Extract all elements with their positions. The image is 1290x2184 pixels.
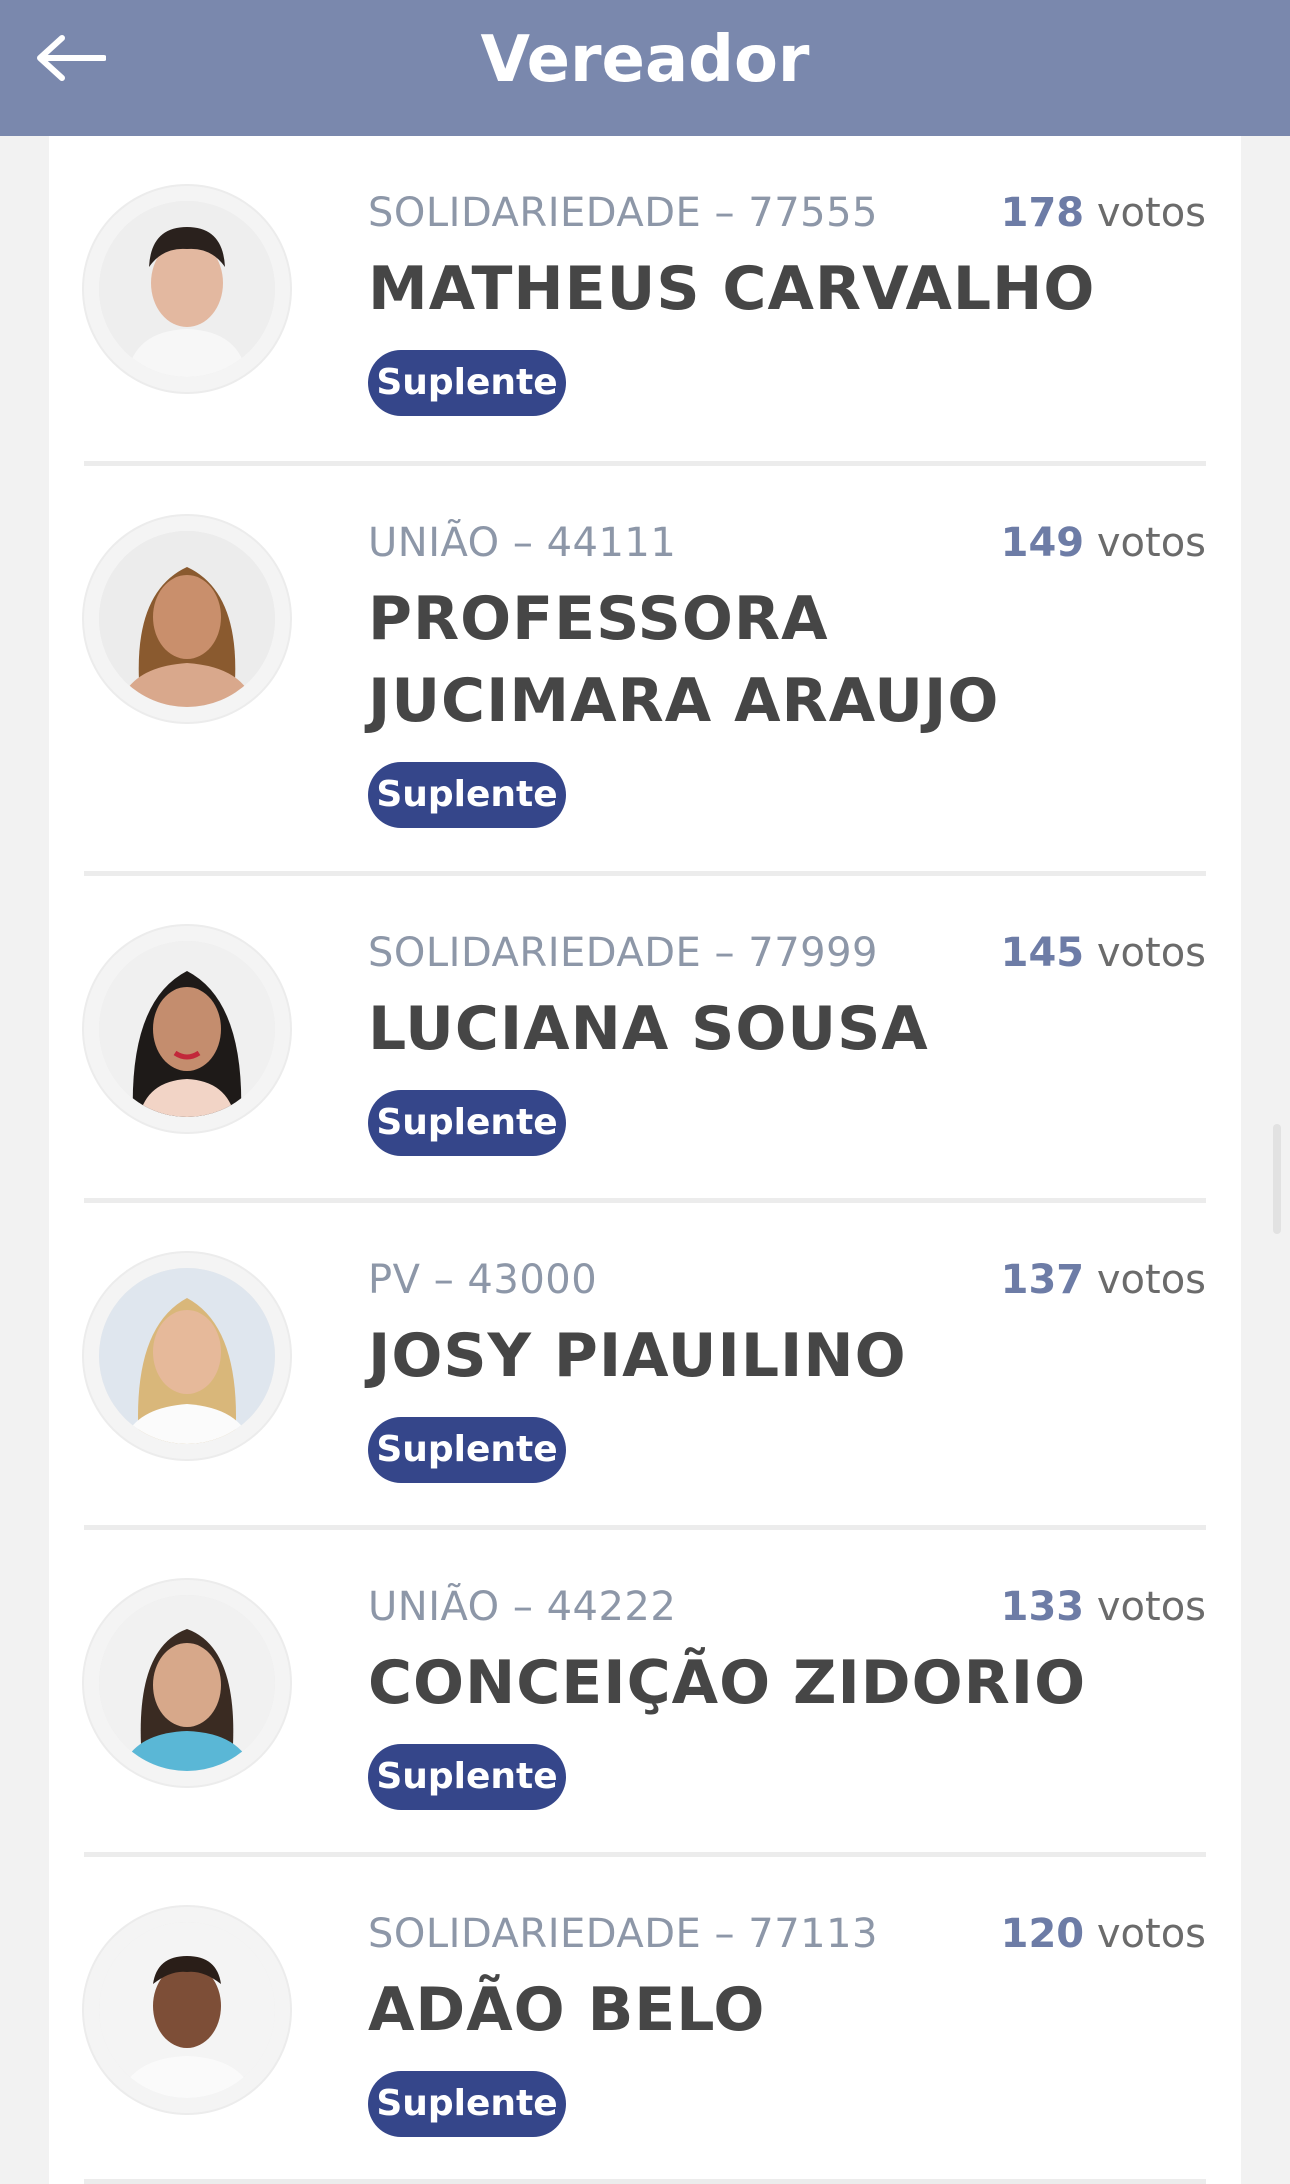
divider (84, 2179, 1206, 2184)
avatar (84, 186, 290, 392)
party-number: SOLIDARIEDADE – 77999 (368, 930, 878, 976)
party-number: SOLIDARIEDADE – 77113 (368, 1911, 878, 1957)
avatar (84, 1907, 290, 2113)
status-badge: Suplente (368, 1417, 566, 1483)
vote-count: 137 votos (1000, 1257, 1206, 1303)
party-number: SOLIDARIEDADE – 77555 (368, 190, 878, 236)
candidate-row[interactable]: SOLIDARIEDADE – 77555 178 votos MATHEUS … (84, 136, 1206, 466)
candidate-row[interactable]: SOLIDARIEDADE – 77113 120 votos ADÃO BEL… (84, 1857, 1206, 2184)
candidate-photo (99, 1922, 275, 2098)
candidate-row[interactable]: SOLIDARIEDADE – 77999 145 votos LUCIANA … (84, 876, 1206, 1203)
candidate-row[interactable]: PV – 43000 137 votos JOSY PIAUILINO Supl… (84, 1203, 1206, 1530)
status-badge: Suplente (368, 2071, 566, 2137)
avatar (84, 1580, 290, 1786)
candidate-name: MATHEUS CARVALHO (368, 254, 1096, 324)
candidate-list: SOLIDARIEDADE – 77555 178 votos MATHEUS … (49, 136, 1241, 2184)
top-app-bar: Vereador (0, 0, 1290, 136)
vote-count: 178 votos (1000, 190, 1206, 236)
status-badge: Suplente (368, 1744, 566, 1810)
candidate-photo (99, 1268, 275, 1444)
candidate-name: PROFESSORA JUCIMARA ARAUJO (368, 584, 1000, 736)
candidate-photo (99, 201, 275, 377)
vote-count: 120 votos (1000, 1911, 1206, 1957)
status-badge: Suplente (368, 762, 566, 828)
candidate-name: JOSY PIAUILINO (368, 1321, 907, 1391)
party-number: PV – 43000 (368, 1257, 598, 1303)
scrollbar[interactable] (1273, 1124, 1281, 1234)
candidate-name: LUCIANA SOUSA (368, 994, 929, 1064)
avatar (84, 1253, 290, 1459)
page-title: Vereador (480, 23, 810, 97)
vote-count: 145 votos (1000, 930, 1206, 976)
vote-count: 133 votos (1000, 1584, 1206, 1630)
candidate-row[interactable]: UNIÃO – 44111 149 votos PROFESSORA JUCIM… (84, 466, 1206, 876)
party-number: UNIÃO – 44222 (368, 1584, 677, 1630)
party-number: UNIÃO – 44111 (368, 520, 677, 566)
status-badge: Suplente (368, 350, 566, 416)
candidate-name: CONCEIÇÃO ZIDORIO (368, 1648, 1087, 1718)
candidate-row[interactable]: UNIÃO – 44222 133 votos CONCEIÇÃO ZIDORI… (84, 1530, 1206, 1857)
candidate-photo (99, 1595, 275, 1771)
candidate-photo (99, 941, 275, 1117)
avatar (84, 926, 290, 1132)
vote-count: 149 votos (1000, 520, 1206, 566)
status-badge: Suplente (368, 1090, 566, 1156)
avatar (84, 516, 290, 722)
candidate-name: ADÃO BELO (368, 1975, 766, 2045)
candidate-photo (99, 531, 275, 707)
